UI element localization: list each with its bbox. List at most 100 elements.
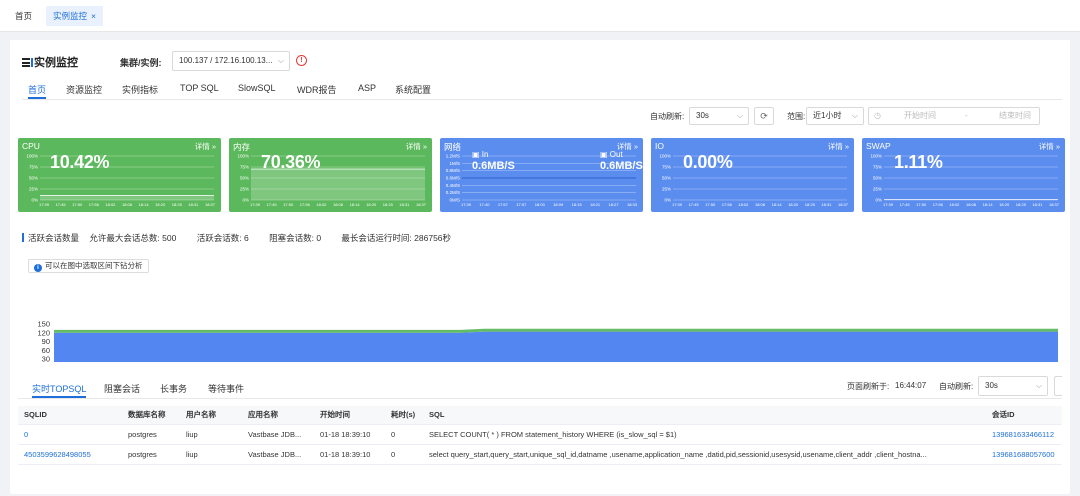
tab-blocked-sessions[interactable]: 阻塞会话: [104, 382, 140, 395]
cell-app: Vastbase JDB...: [242, 444, 314, 465]
divider: [18, 398, 1062, 399]
date-range-picker[interactable]: ◷ 开始时间 - 结束时间: [868, 107, 1040, 125]
y-tick-label: 60: [42, 346, 50, 355]
nav-tab-topsql[interactable]: TOP SQL: [180, 83, 219, 93]
nav-tab-metrics[interactable]: 实例指标: [122, 83, 158, 96]
x-tick-label: 17:39: [883, 202, 894, 207]
cpu-mini-chart: 100% 75% 50% 25% 0%17:39 17:45 17:50 17:56 18:02…: [26, 154, 215, 208]
nav-tab-asp[interactable]: ASP: [358, 83, 376, 93]
tab-instance-monitor[interactable]: 实例监控 ×: [46, 6, 103, 26]
y-tick-label: 0.4M/S: [446, 183, 460, 188]
table-header: SQLID 数据库名称 用户名称 应用名称 开始时间 耗时(s) SQL 会话I…: [18, 406, 1062, 425]
chevron-down-icon: ⌵: [1035, 381, 1042, 390]
memory-card[interactable]: 100% 75% 50% 25% 0% 17:39 17:45 17:50 17:56 18:02…: [229, 138, 432, 212]
nav-tab-config[interactable]: 系统配置: [395, 83, 431, 96]
x-tick-label: 18:37: [1049, 202, 1060, 207]
active-session-chart[interactable]: 030609012015017:3917:4017:4117:4317:4417…: [18, 228, 1062, 362]
table-row[interactable]: 0 postgres liup Vastbase JDB... 01-18 18…: [18, 424, 1062, 445]
cluster-label: 集群/实例:: [120, 58, 162, 68]
x-tick-label: 18:08: [755, 202, 766, 207]
range-select-value: 近1小时: [813, 111, 842, 120]
x-tick-label: 18:08: [333, 202, 344, 207]
x-tick-label: 17:57: [498, 202, 509, 207]
y-tick-label: 90: [42, 337, 50, 346]
tab-long-transactions[interactable]: 长事务: [160, 382, 187, 395]
x-tick-label: 18:37: [416, 202, 427, 207]
tab-wait-events[interactable]: 等待事件: [208, 382, 244, 395]
tab-realtime-topsql[interactable]: 实时TOPSQL: [32, 382, 87, 398]
x-tick-label: 18:31: [821, 202, 832, 207]
lower-auto-refresh-value: 30s: [985, 381, 998, 390]
cell-sqlid[interactable]: 0: [18, 424, 122, 445]
swap-card[interactable]: 100% 75% 50% 25% 0% 17:39 17:45 17:50 17:56 18:02…: [862, 138, 1065, 212]
cpu-card[interactable]: 100% 75% 50% 25% 0% 17:39 17:45 17:50 17:56 18:02…: [18, 138, 221, 212]
tab-instance-monitor-label: 实例监控: [53, 11, 88, 21]
x-tick-label: 18:31: [1032, 202, 1043, 207]
cell-session-id[interactable]: 139681688057600: [986, 444, 1062, 465]
legend-in-label: In: [481, 150, 489, 159]
col-sql[interactable]: SQL: [423, 406, 986, 425]
y-tick-label: 50%: [662, 176, 671, 181]
close-icon[interactable]: ×: [91, 11, 96, 21]
x-tick-label: 18:37: [838, 202, 849, 207]
start-time-input[interactable]: 开始时间: [904, 108, 936, 124]
refresh-button[interactable]: ⟳: [754, 107, 774, 125]
detail-link[interactable]: 详情 »: [195, 141, 216, 152]
nav-tab-home[interactable]: 首页: [28, 83, 47, 99]
usage-area: [40, 195, 214, 200]
x-tick-label: 18:25: [172, 202, 183, 207]
menu-icon[interactable]: [22, 58, 33, 67]
io-card[interactable]: 100% 75% 50% 25% 0% 17:39 17:45 17:50 17:56 18:02…: [651, 138, 854, 212]
page-title: 实例监控: [22, 54, 78, 70]
page-tab-bar: 首页 实例监控 ×: [0, 0, 1080, 32]
col-database[interactable]: 数据库名称: [122, 406, 180, 425]
range-select[interactable]: 近1小时 ⌵: [806, 107, 864, 125]
auto-refresh-select[interactable]: 30s ⌵: [689, 107, 749, 125]
cell-duration: 0: [385, 424, 423, 445]
topsql-table: SQLID 数据库名称 用户名称 应用名称 开始时间 耗时(s) SQL 会话I…: [18, 406, 1062, 465]
nav-tab-wdr[interactable]: WDR报告: [297, 83, 337, 96]
cell-sqlid[interactable]: 4503599628498055: [18, 444, 122, 465]
x-tick-label: 18:20: [788, 202, 799, 207]
warning-icon[interactable]: !: [296, 55, 307, 66]
x-tick-label: 18:25: [805, 202, 816, 207]
col-app[interactable]: 应用名称: [242, 406, 314, 425]
x-tick-label: 18:02: [738, 202, 749, 207]
x-tick-label: 18:31: [399, 202, 410, 207]
cell-sql: SELECT COUNT( * ) FROM statement_history…: [423, 424, 986, 445]
cell-database: postgres: [122, 444, 180, 465]
col-start-time[interactable]: 开始时间: [314, 406, 385, 425]
active-sessions-section: 活跃会话数量 允许最大会话总数: 500 活跃会话数: 6 阻塞会话数: 0 最…: [18, 228, 1062, 362]
x-tick-label: 17:56: [89, 202, 100, 207]
x-tick-label: 17:56: [722, 202, 733, 207]
y-tick-label: 0M/S: [449, 198, 460, 203]
detail-link[interactable]: 详情 »: [1039, 141, 1060, 152]
card-title: 网络: [444, 142, 462, 152]
network-card[interactable]: 1.2M/S 1M/S 0.8M/S 0.6M/S 0.4M/S 0.2M/S 0M/S 17…: [440, 138, 643, 212]
legend-in: ▣ In: [472, 150, 489, 159]
detail-link[interactable]: 详情 »: [406, 141, 427, 152]
cell-session-id[interactable]: 139681633466112: [986, 424, 1062, 445]
col-duration[interactable]: 耗时(s): [385, 406, 423, 425]
cluster-select[interactable]: 100.137 / 172.16.100.13... ⌵: [172, 51, 290, 71]
col-sqlid[interactable]: SQLID: [18, 406, 122, 425]
nav-tab-slowsql[interactable]: SlowSQL: [238, 83, 276, 93]
x-tick-label: 18:02: [949, 202, 960, 207]
nav-tab-resource[interactable]: 资源监控: [66, 83, 102, 96]
detail-link[interactable]: 详情 »: [828, 141, 849, 152]
cell-database: postgres: [122, 424, 180, 445]
x-tick-label: 18:20: [155, 202, 166, 207]
lower-section: 实时TOPSQL 阻塞会话 长事务 等待事件 页面刷新于: 16:44:07 自…: [18, 376, 1062, 492]
tab-home[interactable]: 首页: [8, 6, 39, 26]
cell-duration: 0: [385, 444, 423, 465]
main-panel: 实例监控 集群/实例: 100.137 / 172.16.100.13... ⌵ …: [10, 40, 1070, 494]
lower-refresh-button[interactable]: [1054, 376, 1062, 396]
col-session-id[interactable]: 会话ID: [986, 406, 1062, 425]
col-user[interactable]: 用户名称: [180, 406, 242, 425]
lower-auto-refresh-select[interactable]: 30s ⌵: [978, 376, 1048, 396]
end-time-input[interactable]: 结束时间: [999, 108, 1031, 124]
y-tick-label: 1M/S: [449, 161, 460, 166]
legend-out: ▣ Out: [600, 150, 623, 159]
x-tick-label: 17:45: [267, 202, 278, 207]
table-row[interactable]: 4503599628498055 postgres liup Vastbase …: [18, 444, 1062, 465]
